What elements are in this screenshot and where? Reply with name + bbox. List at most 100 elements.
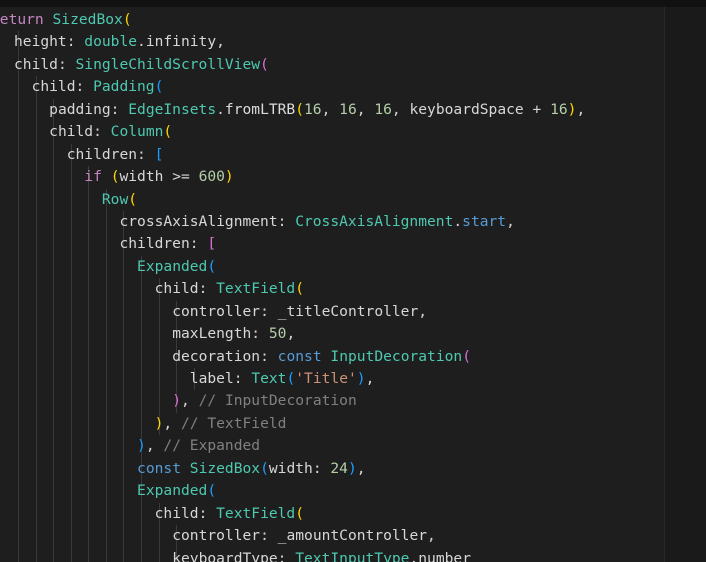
indent-guide — [35, 210, 37, 234]
indent-guide — [18, 547, 19, 562]
code-line-text: const SizedBox(width: 24), — [137, 458, 366, 480]
code-token: ) — [224, 168, 234, 186]
code-token: double — [84, 33, 138, 51]
indent-guide — [18, 121, 19, 144]
indent-guide — [18, 188, 19, 211]
code-token: Row — [101, 190, 129, 208]
code-token: + — [523, 100, 551, 118]
indent-guide — [70, 368, 72, 391]
indent-guide — [35, 278, 37, 301]
indent-guide — [70, 188, 72, 211]
code-token: // Expanded — [163, 437, 261, 455]
code-token: const — [137, 459, 181, 477]
indent-guide — [88, 480, 90, 503]
indent-guide — [141, 525, 143, 548]
indent-guide — [141, 323, 143, 346]
indent-guide — [70, 233, 72, 256]
code-token: [ — [207, 235, 217, 253]
indent-guide — [88, 233, 90, 256]
code-token: : — [198, 504, 217, 522]
code-token: ( — [128, 190, 138, 208]
code-token: , — [576, 100, 586, 118]
code-token: ( — [260, 55, 269, 73]
indent-guide — [53, 210, 55, 234]
code-token: 600 — [198, 168, 225, 186]
code-token: , — [145, 437, 164, 455]
indent-guide — [105, 412, 107, 436]
indent-guide — [123, 278, 125, 301]
code-token: fromLTRB — [224, 100, 296, 118]
code-line-text: children: [ — [119, 233, 216, 255]
indent-guide — [35, 300, 37, 324]
code-token: ) — [172, 392, 182, 410]
code-token: crossAxisAlignment — [119, 212, 278, 230]
indent-guide — [18, 300, 19, 324]
indent-guide — [88, 210, 90, 234]
indent-guide — [18, 457, 19, 481]
code-token: TextField — [216, 280, 296, 298]
code-token: Column — [110, 123, 164, 141]
code-token: . — [453, 212, 463, 230]
code-token: . — [137, 33, 146, 51]
code-token: Expanded — [137, 257, 208, 275]
indent-guide — [70, 412, 72, 436]
code-token: , — [391, 100, 410, 118]
indent-guide — [88, 345, 90, 368]
code-token: child — [14, 55, 58, 73]
indent-guide — [105, 525, 107, 548]
indent-guide — [53, 525, 55, 548]
code-line-text: child: Padding( — [32, 76, 164, 98]
indent-guide — [105, 457, 107, 481]
indent-guide — [141, 547, 143, 562]
indent-guide — [123, 368, 125, 391]
indent-guide — [141, 278, 143, 301]
indent-guide — [53, 480, 55, 503]
code-token: InputDecoration — [330, 347, 463, 365]
code-token: start — [462, 212, 507, 230]
indent-guide — [35, 390, 37, 413]
code-token: ( — [122, 11, 132, 28]
indent-guide — [18, 435, 19, 458]
indent-guide — [35, 143, 37, 167]
indent-guide — [53, 233, 55, 256]
indent-guide — [18, 480, 19, 503]
code-line-text: if (width >= 600) — [84, 166, 233, 188]
code-token: maxLength — [172, 325, 252, 343]
indent-guide — [158, 345, 160, 368]
minimap-panel[interactable] — [664, 7, 706, 562]
code-line-text: return SizedBox( — [0, 9, 132, 31]
code-token: return — [0, 11, 44, 28]
code-line-text: ), // InputDecoration — [172, 390, 357, 412]
indent-guide — [53, 300, 55, 324]
code-editor[interactable]: return SizedBox(height: double.infinity,… — [0, 0, 706, 562]
code-token: TextField — [216, 504, 296, 522]
indent-guide — [35, 368, 37, 391]
code-token: : — [251, 325, 269, 343]
indent-guide — [70, 255, 72, 279]
indent-guide — [105, 368, 107, 391]
indent-guide — [53, 435, 55, 458]
indent-guide — [123, 525, 125, 548]
code-token: label — [189, 370, 234, 387]
code-token: : — [198, 280, 217, 298]
code-line-text: label: Text('Title'), — [190, 368, 375, 390]
code-line-text: keyboardType: TextInputType.number — [172, 548, 471, 562]
indent-guide — [53, 143, 55, 167]
code-token: : — [110, 100, 129, 118]
code-token: 'Title' — [295, 370, 357, 387]
code-token: : — [312, 459, 331, 477]
indent-guide — [176, 368, 178, 391]
indent-guide — [123, 502, 125, 526]
code-line-text: ), // Expanded — [137, 435, 260, 457]
indent-guide — [35, 457, 37, 481]
indent-guide — [123, 390, 125, 413]
indent-guide — [123, 412, 125, 436]
indent-guide — [35, 435, 37, 458]
indent-guide — [105, 547, 107, 562]
code-token: : — [137, 145, 155, 163]
code-token: width — [268, 459, 313, 477]
indent-guide — [35, 525, 37, 548]
code-token: : — [57, 55, 76, 73]
indent-guide — [105, 300, 107, 324]
